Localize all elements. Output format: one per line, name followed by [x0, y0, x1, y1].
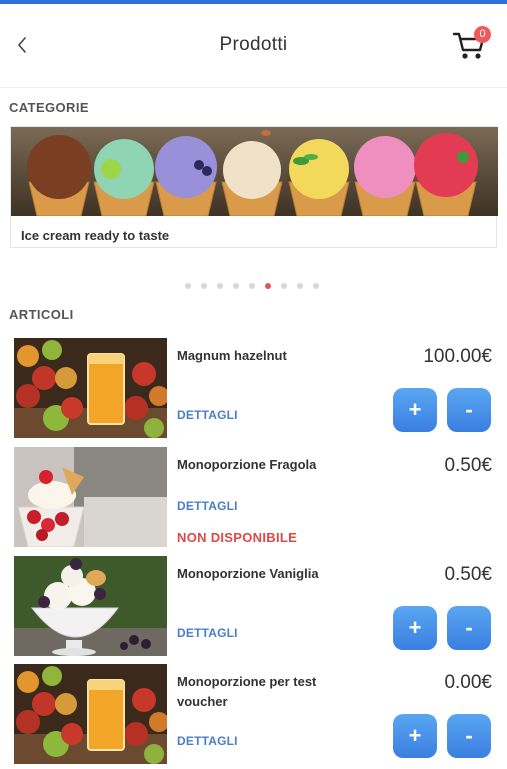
article-item: Monoporzione Fragola 0.50€ DETTAGLI NON …	[14, 447, 494, 547]
decrease-quantity-button[interactable]: -	[447, 714, 491, 758]
carousel-dot[interactable]	[233, 283, 239, 289]
carousel-dot-active[interactable]	[265, 283, 271, 289]
carousel-dot[interactable]	[201, 283, 207, 289]
categories-section-label: CATEGORIE	[9, 100, 89, 115]
article-name: Monoporzione Vaniglia	[177, 566, 319, 581]
app-header: Prodotti 0	[0, 4, 507, 88]
increase-quantity-button[interactable]: +	[393, 606, 437, 650]
decrease-quantity-button[interactable]: -	[447, 388, 491, 432]
category-image	[11, 127, 498, 216]
category-card[interactable]: Ice cream ready to taste	[10, 126, 498, 248]
carousel-dot[interactable]	[281, 283, 287, 289]
article-name: Monoporzione Fragola	[177, 457, 317, 472]
article-item: Monoporzione Vaniglia 0.50€ DETTAGLI + -	[14, 556, 494, 656]
carousel-dot[interactable]	[217, 283, 223, 289]
article-image-juice-apples	[14, 664, 167, 764]
carousel-dot[interactable]	[297, 283, 303, 289]
article-details-link[interactable]: DETTAGLI	[177, 734, 238, 748]
article-image-juice-apples	[14, 338, 167, 438]
article-name: Magnum hazelnut	[177, 348, 287, 363]
article-image-strawberry-dessert	[14, 447, 167, 547]
cart-count-badge: 0	[474, 26, 491, 43]
article-details-link[interactable]: DETTAGLI	[177, 626, 238, 640]
article-price: 0.00€	[444, 672, 492, 693]
carousel-dot[interactable]	[313, 283, 319, 289]
articles-section-label: ARTICOLI	[9, 307, 74, 322]
article-image-vanilla-berries	[14, 556, 167, 656]
article-price: 0.50€	[444, 564, 492, 585]
carousel-dot[interactable]	[249, 283, 255, 289]
article-details-link[interactable]: DETTAGLI	[177, 499, 238, 513]
article-details-link[interactable]: DETTAGLI	[177, 408, 238, 422]
page-title: Prodotti	[219, 34, 288, 55]
decrease-quantity-button[interactable]: -	[447, 606, 491, 650]
increase-quantity-button[interactable]: +	[393, 388, 437, 432]
carousel-dot[interactable]	[185, 283, 191, 289]
article-item: Magnum hazelnut 100.00€ DETTAGLI + -	[14, 338, 494, 438]
increase-quantity-button[interactable]: +	[393, 714, 437, 758]
article-price: 0.50€	[444, 455, 492, 476]
unavailable-status: NON DISPONIBILE	[177, 530, 298, 545]
category-caption: Ice cream ready to taste	[21, 228, 170, 243]
carousel-pagination	[185, 283, 319, 291]
article-name: Monoporzione per test voucher	[177, 674, 317, 709]
article-item: Monoporzione per test voucher 0.00€ DETT…	[14, 664, 494, 764]
article-price: 100.00€	[423, 346, 492, 367]
